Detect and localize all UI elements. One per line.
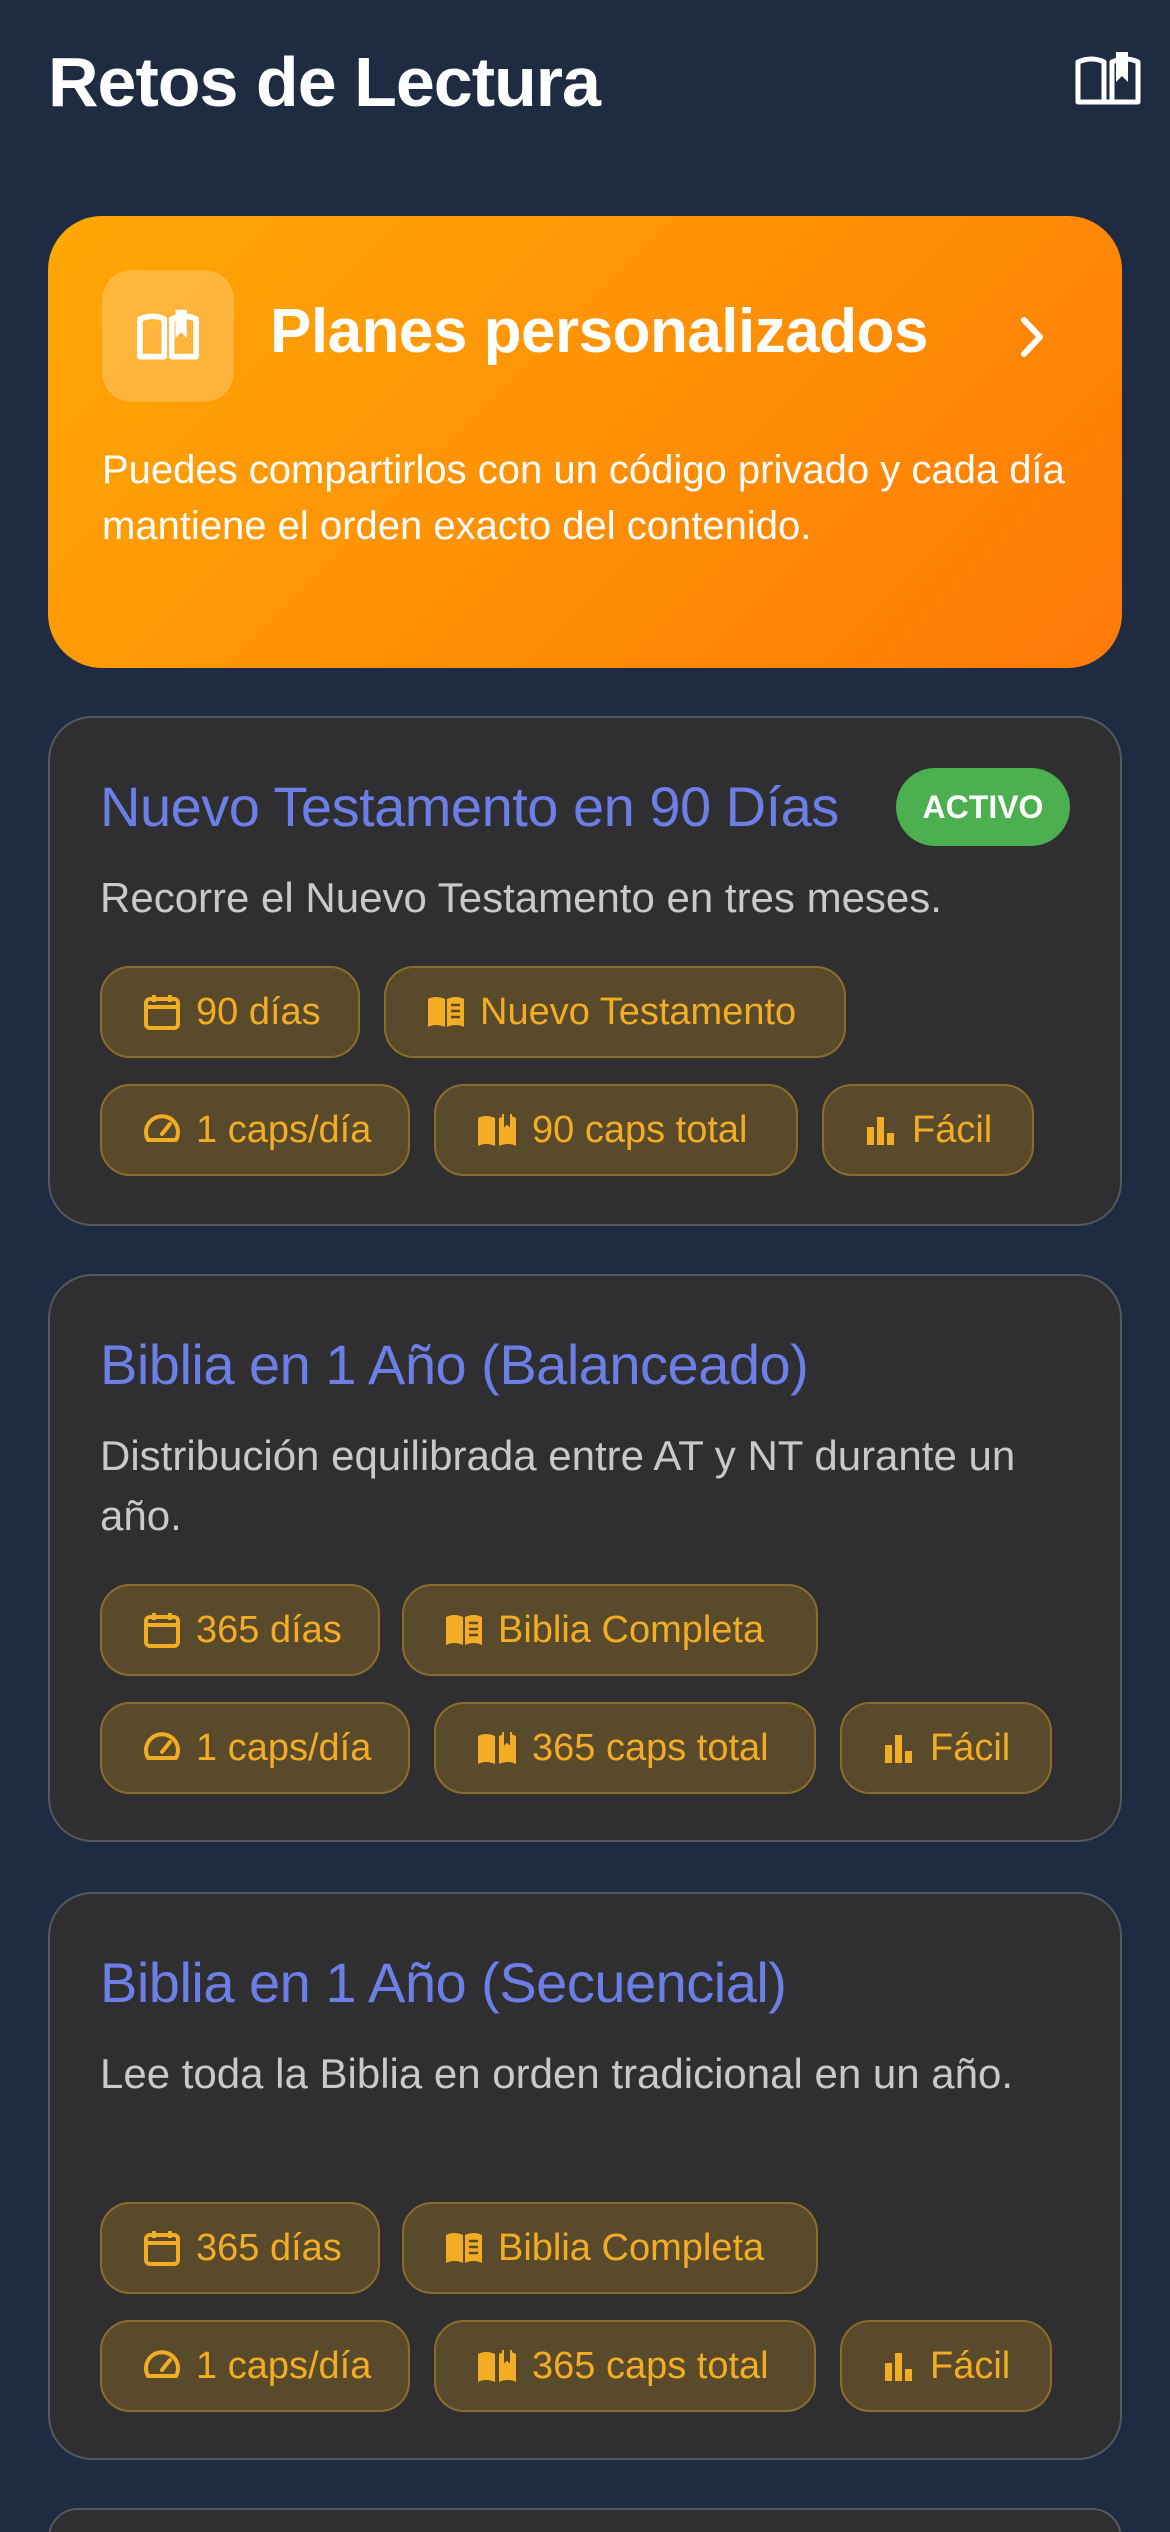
status-badge: ACTIVO — [896, 768, 1070, 846]
bar-chart-icon — [885, 2353, 912, 2381]
pace-chip: 1 caps/día — [100, 1084, 410, 1176]
custom-plans-banner[interactable]: Planes personalizados Puedes compartirlo… — [48, 216, 1122, 668]
chip-label: Fácil — [912, 1108, 993, 1151]
difficulty-chip: Fácil — [822, 1084, 1034, 1176]
chip-label: 90 días — [196, 990, 321, 1033]
pace-chip: 1 caps/día — [100, 2320, 410, 2412]
chip-label: 1 caps/día — [196, 1726, 372, 1769]
book-open-icon — [478, 2350, 516, 2382]
chip-label: Biblia Completa — [498, 1608, 765, 1651]
difficulty-chip: Fácil — [840, 2320, 1052, 2412]
duration-chip: 365 días — [100, 2202, 380, 2294]
chip-label: 365 caps total — [532, 2344, 769, 2387]
calendar-icon — [144, 1613, 180, 1648]
speedometer-icon — [144, 1732, 180, 1760]
plan-title: Biblia en 1 Año (Balanceado) — [100, 1333, 809, 1396]
book-open-icon — [478, 1732, 516, 1764]
total-chip: 365 caps total — [434, 1702, 816, 1794]
book-open-icon — [478, 1114, 516, 1146]
plan-title: Nuevo Testamento en 90 Días — [100, 775, 839, 838]
total-chip: 365 caps total — [434, 2320, 816, 2412]
chip-label: Fácil — [930, 2344, 1011, 2387]
total-chip: 90 caps total — [434, 1084, 798, 1176]
book-icon — [446, 1615, 482, 1645]
pace-chip: 1 caps/día — [100, 1702, 410, 1794]
plan-title: Biblia en 1 Año (Secuencial) — [100, 1951, 787, 2014]
plan-card[interactable]: Nuevo Testamento en 90 Días ACTIVO Recor… — [48, 716, 1122, 1226]
scope-chip: Biblia Completa — [402, 2202, 818, 2294]
banner-description: Puedes compartirlos con un código privad… — [102, 448, 1065, 548]
difficulty-chip: Fácil — [840, 1702, 1052, 1794]
speedometer-icon — [144, 1114, 180, 1142]
app-header: Retos de Lectura — [0, 0, 1170, 170]
scope-chip: Nuevo Testamento — [384, 966, 846, 1058]
chip-label: Fácil — [930, 1726, 1011, 1769]
chip-label: 90 caps total — [532, 1108, 748, 1151]
chevron-right-icon — [1008, 312, 1058, 362]
calendar-icon — [144, 2231, 180, 2266]
chip-label: 365 caps total — [532, 1726, 769, 1769]
duration-chip: 90 días — [100, 966, 360, 1058]
chip-label: Biblia Completa — [498, 2226, 765, 2269]
scope-chip: Biblia Completa — [402, 1584, 818, 1676]
bar-chart-icon — [885, 1735, 912, 1763]
book-icon — [428, 997, 464, 1027]
plan-description: Recorre el Nuevo Testamento en tres mese… — [100, 874, 942, 921]
plan-description: Lee toda la Biblia en orden tradicional … — [100, 2050, 1014, 2097]
banner-title: Planes personalizados — [270, 297, 928, 366]
chip-label: 1 caps/día — [196, 2344, 372, 2387]
speedometer-icon — [144, 2350, 180, 2378]
duration-chip: 365 días — [100, 1584, 380, 1676]
plan-description: Distribución equilibrada entre AT y NT d… — [100, 1432, 1016, 1539]
calendar-icon — [144, 995, 180, 1030]
bar-chart-icon — [867, 1117, 894, 1145]
book-open-icon[interactable] — [1072, 48, 1144, 112]
book-icon — [446, 2233, 482, 2263]
chip-label: 365 días — [196, 1608, 342, 1651]
chip-label: 1 caps/día — [196, 1108, 372, 1151]
book-open-icon — [102, 270, 234, 402]
page-title: Retos de Lectura — [48, 43, 601, 121]
plan-card[interactable]: Biblia en 1 Año (Secuencial) Lee toda la… — [48, 1892, 1122, 2460]
plan-card[interactable]: Biblia en 1 Año (Balanceado) Distribució… — [48, 1274, 1122, 1842]
chip-label: 365 días — [196, 2226, 342, 2269]
plan-card[interactable] — [48, 2508, 1122, 2532]
chip-label: Nuevo Testamento — [480, 990, 797, 1033]
